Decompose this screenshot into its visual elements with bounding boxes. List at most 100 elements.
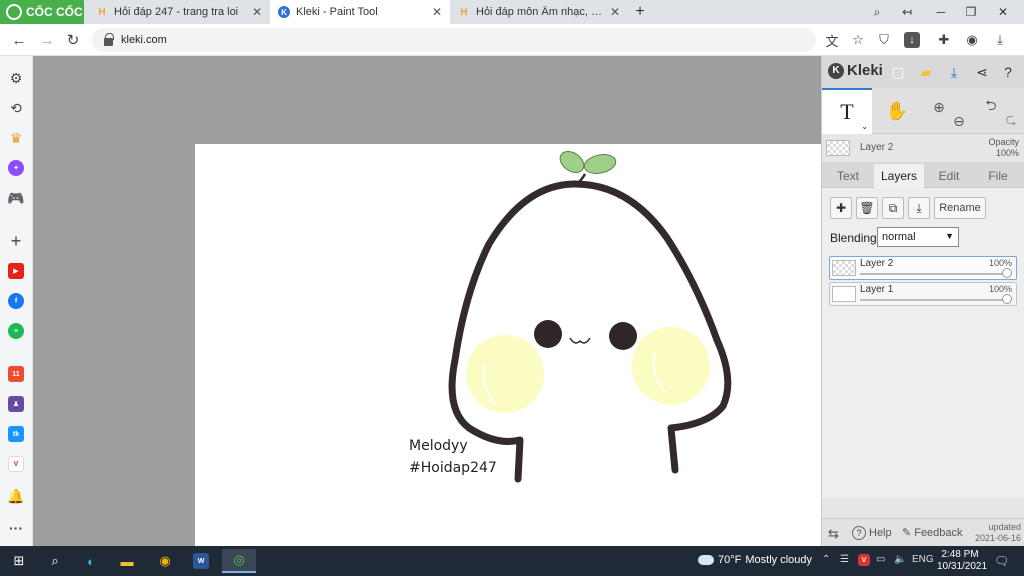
vtv-icon[interactable]: V — [6, 454, 26, 474]
chrome-icon[interactable]: ◉ — [152, 549, 178, 573]
forward-arrow-icon[interactable]: → — [36, 29, 58, 51]
feedback-link[interactable]: ✎ Feedback — [902, 526, 963, 540]
layer-name: Layer 1 — [860, 284, 894, 295]
bookmark-star-icon[interactable]: ☆ — [848, 30, 868, 50]
notification-bell-icon[interactable]: 🔔 — [6, 486, 26, 506]
tab-layers[interactable]: Layers — [874, 164, 924, 188]
word-icon[interactable]: W — [188, 549, 214, 573]
save-video-icon[interactable]: ↓ — [904, 32, 920, 48]
hand-tool-icon[interactable]: ✋ — [884, 98, 910, 124]
extensions-puzzle-icon[interactable]: ✚ — [934, 30, 954, 50]
close-tab-icon[interactable]: ✕ — [252, 5, 262, 19]
close-window-button[interactable]: ✕ — [988, 0, 1018, 24]
crown-icon[interactable]: ♛ — [6, 128, 26, 148]
battery-icon[interactable]: ▭ — [876, 554, 885, 565]
chevron-down-icon[interactable]: ⌄ — [861, 122, 868, 131]
game-app-icon[interactable]: ♟ — [6, 394, 26, 414]
panel-footer: ⇆ ? Help ✎ Feedback updated 2021-06-16 — [822, 518, 1024, 546]
tab-hoidap-2[interactable]: H Hỏi đáp môn Âm nhạc, Mỹ th ✕ — [450, 0, 628, 24]
redo-icon[interactable]: ⮎ — [998, 108, 1024, 134]
merge-layer-button[interactable]: ⤓ — [908, 197, 930, 219]
tab-text[interactable]: Text — [824, 164, 872, 188]
tab-search-icon[interactable]: ⌕ — [862, 0, 892, 24]
reload-icon[interactable]: ↻ — [62, 29, 84, 51]
tab-edit[interactable]: Edit — [926, 164, 972, 188]
profile-icon[interactable]: ◉ — [962, 30, 982, 50]
settings-gear-icon[interactable]: ⚙ — [6, 68, 26, 88]
help-circle-icon[interactable]: ? — [998, 62, 1018, 82]
tiki-icon[interactable]: tk — [6, 424, 26, 444]
help-link[interactable]: ? Help — [852, 526, 892, 540]
panel-tabs: Text Layers Edit File — [822, 162, 1024, 188]
game-controller-icon[interactable]: 🎮 — [6, 188, 26, 208]
new-tab-button[interactable]: + — [630, 2, 650, 22]
spotify-icon[interactable]: ≡ — [6, 321, 26, 341]
text-tool-button[interactable]: T ⌄ — [822, 88, 872, 134]
left-cheek — [466, 335, 544, 413]
download-icon[interactable]: ⤓ — [944, 62, 964, 82]
shopee-icon[interactable]: 11 — [6, 364, 26, 384]
delete-layer-button[interactable]: 🗑 — [856, 197, 878, 219]
history-icon[interactable]: ⟲ — [6, 98, 26, 118]
open-folder-icon[interactable]: ▰ — [916, 62, 936, 82]
current-layer-thumbnail — [826, 140, 850, 156]
tab-hoidap-1[interactable]: H Hỏi đáp 247 - trang tra loi ✕ — [88, 0, 270, 24]
close-tab-icon[interactable]: ✕ — [610, 5, 620, 19]
facebook-icon[interactable]: f — [6, 291, 26, 311]
search-icon[interactable]: ⌕ — [42, 549, 68, 573]
kleki-brand[interactable]: K Kleki — [828, 62, 883, 79]
wifi-icon[interactable]: ☰ — [840, 554, 849, 565]
new-image-icon[interactable]: ▢ — [888, 62, 908, 82]
close-tab-icon[interactable]: ✕ — [432, 5, 442, 19]
translate-icon[interactable]: 文 — [822, 30, 842, 50]
layer-row-2[interactable]: Layer 2 100% — [829, 256, 1017, 280]
more-options-icon[interactable]: ··· — [6, 518, 26, 538]
tray-chevron-icon[interactable]: ⌃ — [822, 554, 830, 565]
language-indicator[interactable]: ENG — [912, 554, 934, 565]
kleki-favicon-icon: K — [278, 6, 290, 18]
downloads-icon[interactable]: ⤓ — [990, 30, 1010, 50]
rename-layer-button[interactable]: Rename — [934, 197, 986, 219]
tab-kleki[interactable]: K Kleki - Paint Tool ✕ — [270, 0, 450, 24]
messenger-icon[interactable]: ✦ — [6, 158, 26, 178]
coccoc-taskbar-icon[interactable]: ◎ — [222, 549, 256, 573]
coccoc-menu-button[interactable]: CỐC CỐC — [0, 0, 84, 24]
notification-center-icon[interactable]: 🗨 — [994, 554, 1009, 568]
app-tray-icon[interactable]: V — [858, 554, 870, 566]
shield-icon[interactable]: ⛉ — [874, 30, 894, 50]
layers-pane: ✚ 🗑 ⧉ ⤓ Rename Blending normal ▼ Layer 2… — [822, 188, 1024, 498]
back-to-tab-icon[interactable]: ↤ — [892, 0, 922, 24]
youtube-icon[interactable]: ▶ — [6, 261, 26, 281]
kleki-panel: K Kleki ▢ ▰ ⤓ ⋖ ? T ⌄ ✋ ⊕ ⊖ ⮌ ⮎ Layer 2 … — [821, 56, 1024, 546]
system-clock[interactable]: 2:48 PM 10/31/2021 — [937, 549, 987, 573]
slider-handle[interactable] — [1002, 268, 1012, 278]
help-icon: ? — [852, 526, 866, 540]
add-layer-button[interactable]: ✚ — [830, 197, 852, 219]
swap-panel-icon[interactable]: ⇆ — [828, 526, 839, 542]
edge-browser-icon[interactable]: ◐ — [78, 549, 104, 573]
slider-handle[interactable] — [1002, 294, 1012, 304]
drawing-canvas[interactable]: Melodyy #Hoidap247 — [195, 144, 821, 546]
weather-widget[interactable]: 70°F Mostly cloudy — [698, 554, 812, 566]
add-sidebar-item-icon[interactable]: + — [6, 231, 26, 251]
layer-row-1[interactable]: Layer 1 100% — [829, 282, 1017, 306]
canvas-workspace[interactable]: Melodyy #Hoidap247 — [33, 56, 821, 546]
address-bar[interactable]: kleki.com — [92, 28, 816, 52]
blending-select[interactable]: normal ▼ — [877, 227, 959, 247]
minimize-button[interactable]: ─ — [926, 0, 956, 24]
browser-toolbar: ← → ↻ kleki.com 文 ☆ ⛉ ↓ ✚ ◉ ⤓ — [0, 24, 1024, 56]
share-icon[interactable]: ⋖ — [972, 62, 992, 82]
duplicate-layer-button[interactable]: ⧉ — [882, 197, 904, 219]
back-arrow-icon[interactable]: ← — [8, 29, 30, 51]
blending-label: Blending — [830, 231, 877, 245]
restore-button[interactable]: ❐ — [956, 0, 986, 24]
layer-opacity-slider[interactable] — [860, 299, 1006, 301]
layer-opacity-slider[interactable] — [860, 273, 1006, 275]
file-explorer-icon[interactable]: ▬ — [114, 549, 140, 573]
tab-title: Hỏi đáp 247 - trang tra loi — [114, 6, 239, 18]
tab-file[interactable]: File — [974, 164, 1022, 188]
kleki-brand-text: Kleki — [847, 62, 883, 79]
zoom-out-icon[interactable]: ⊖ — [946, 108, 972, 134]
volume-icon[interactable]: 🔈 — [894, 554, 906, 565]
windows-start-icon[interactable]: ⊞ — [6, 549, 32, 573]
